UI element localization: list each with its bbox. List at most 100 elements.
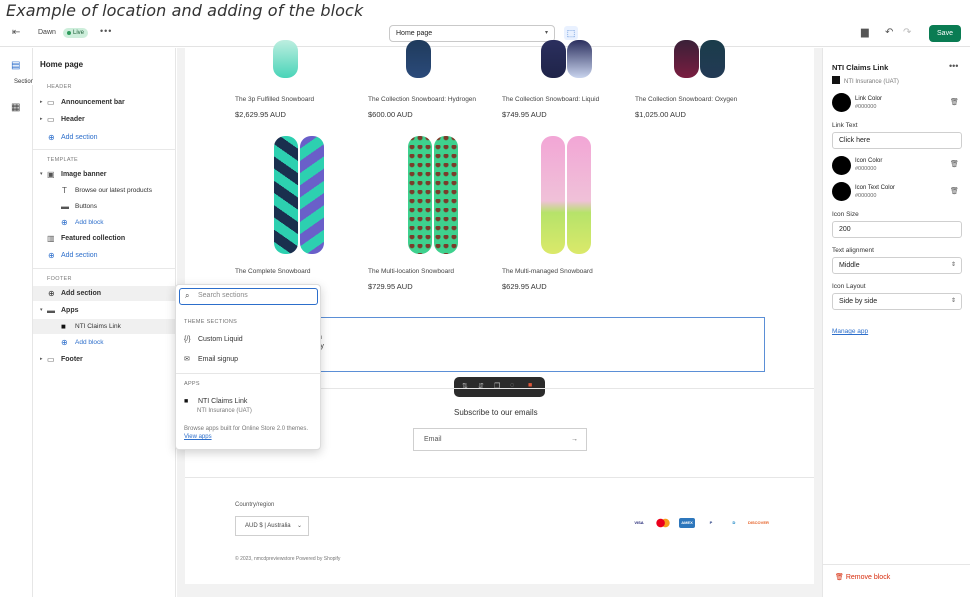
option-custom-liquid[interactable]: {/} Custom Liquid <box>184 336 243 343</box>
icon-size-input[interactable]: 200 <box>832 221 962 238</box>
trash-icon[interactable]: 🗑 <box>950 187 959 195</box>
link-color-swatch[interactable] <box>832 93 851 112</box>
product-image[interactable] <box>700 40 725 78</box>
app-embeds-icon[interactable]: ▦ <box>11 102 20 113</box>
redo-icon[interactable]: ↷ <box>903 27 911 38</box>
product-image[interactable] <box>406 40 431 78</box>
product-image[interactable] <box>300 136 324 254</box>
app-icon: ■ <box>184 398 189 405</box>
section-apps[interactable]: ▾ ▬ Apps <box>33 303 176 318</box>
icon-text-color-swatch[interactable] <box>832 182 851 201</box>
browse-apps-note: Browse apps built for Online Store 2.0 t… <box>184 425 316 441</box>
product-title[interactable]: The Collection Snowboard: Liquid <box>502 96 599 103</box>
section-icon: ▭ <box>47 98 55 107</box>
product-price: $729.95 AUD <box>368 282 413 291</box>
block-title: NTI Claims Link <box>832 63 889 72</box>
divider <box>33 268 176 269</box>
option-email-signup[interactable]: ✉ Email signup <box>184 355 238 363</box>
product-image[interactable] <box>273 40 298 78</box>
option-nti-claims-link[interactable]: ■ NTI Claims Link <box>184 398 247 405</box>
text-alignment-select[interactable]: Middle ⇕ <box>832 257 962 274</box>
link-text-input[interactable]: Click here <box>832 132 962 149</box>
browse-apps-text: Browse apps built for Online Store 2.0 t… <box>184 426 309 432</box>
manage-app-link[interactable]: Manage app <box>832 328 868 335</box>
icon-text-color-label: Icon Text Color <box>855 185 895 191</box>
add-section-popup: ⌕ Search sections THEME SECTIONS {/} Cus… <box>175 284 322 450</box>
more-actions-icon[interactable]: ••• <box>100 26 112 36</box>
section-announcement-bar[interactable]: ▸ ▭ Announcement bar <box>33 95 176 110</box>
device-preview-icon[interactable]: ▆ <box>861 27 869 38</box>
theme-sections-heading: THEME SECTIONS <box>184 319 238 325</box>
product-image[interactable] <box>541 40 566 78</box>
undo-icon[interactable]: ↶ <box>885 27 893 38</box>
link-color-label: Link Color <box>855 96 883 102</box>
product-title[interactable]: The Collection Snowboard: Hydrogen <box>368 96 476 103</box>
diners-icon: D <box>732 520 736 525</box>
chevron-right-icon: ▸ <box>40 356 43 362</box>
save-button[interactable]: Save <box>929 25 961 42</box>
remove-block-label: Remove block <box>845 574 891 581</box>
remove-block-button[interactable]: 🗑 Remove block <box>835 573 890 581</box>
trash-icon[interactable]: 🗑 <box>950 160 959 168</box>
add-block-button[interactable]: ⊕ Add block <box>33 215 176 230</box>
amex-icon: AMEX <box>679 518 695 528</box>
section-icon: ▭ <box>47 115 55 124</box>
email-placeholder: Email <box>424 436 442 443</box>
product-image[interactable] <box>567 40 592 78</box>
product-title[interactable]: The Multi-location Snowboard <box>368 268 454 275</box>
add-section-label: Add section <box>61 252 98 259</box>
product-title[interactable]: The Collection Snowboard: Oxygen <box>635 96 737 103</box>
add-section-button[interactable]: ⊕ Add section <box>33 130 176 145</box>
collection-icon: ▥ <box>47 234 55 243</box>
add-section-label: Add section <box>61 290 102 297</box>
view-apps-link[interactable]: View apps <box>184 434 212 440</box>
divider <box>185 477 814 478</box>
search-sections-input[interactable]: ⌕ Search sections <box>179 288 318 305</box>
page-select-value: Home page <box>396 30 433 37</box>
plus-circle-icon: ⊕ <box>48 133 55 142</box>
icon-color-swatch[interactable] <box>832 156 851 175</box>
section-featured-collection[interactable]: ▥ Featured collection <box>33 231 176 246</box>
exit-icon[interactable]: ⇤ <box>12 27 24 39</box>
product-price: $629.95 AUD <box>502 282 547 291</box>
product-title[interactable]: The 3p Fulfilled Snowboard <box>235 96 314 103</box>
product-image[interactable] <box>434 136 458 254</box>
option-label: Custom Liquid <box>197 336 243 343</box>
section-image-banner[interactable]: ▾ ▣ Image banner <box>33 167 176 182</box>
add-block-button[interactable]: ⊕ Add block <box>33 335 176 350</box>
product-image[interactable] <box>541 136 565 254</box>
product-price: $2,629.95 AUD <box>235 110 286 119</box>
block-buttons[interactable]: ▬ Buttons <box>33 199 176 214</box>
add-section-button[interactable]: ⊕ Add section <box>33 286 176 301</box>
section-footer[interactable]: ▸ ▭ Footer <box>33 352 176 367</box>
trash-icon: 🗑 <box>835 574 844 581</box>
buttons-icon: ▬ <box>61 202 69 211</box>
product-image[interactable] <box>567 136 591 254</box>
live-badge: Live <box>63 28 89 38</box>
icon-color-hex: #000000 <box>855 166 877 172</box>
editor-rail: ▤ ▦ <box>0 48 33 597</box>
arrow-right-icon[interactable]: → <box>571 429 578 450</box>
country-select[interactable]: AUD $ | Australia ⌄ <box>235 516 309 536</box>
product-image[interactable] <box>274 136 298 254</box>
mail-icon: ✉ <box>184 356 190 363</box>
block-label: Browse our latest products <box>75 187 152 194</box>
product-image[interactable] <box>408 136 432 254</box>
sections-icon[interactable]: ▤ <box>11 60 20 71</box>
option-label: NTI Claims Link <box>197 398 248 405</box>
product-title[interactable]: The Multi-managed Snowboard <box>502 268 593 275</box>
link-text-label: Link Text <box>832 122 858 129</box>
more-actions-icon[interactable]: ••• <box>949 61 958 71</box>
icon-layout-select[interactable]: Side by side ⇕ <box>832 293 962 310</box>
divider <box>33 149 176 150</box>
icon-text-color-hex: #000000 <box>855 193 877 199</box>
section-header[interactable]: ▸ ▭ Header <box>33 112 176 127</box>
newsletter-email-input[interactable]: Email → <box>413 428 587 451</box>
trash-icon[interactable]: 🗑 <box>950 98 959 106</box>
add-section-button[interactable]: ⊕ Add section <box>33 248 176 263</box>
inspector-icon[interactable]: ⬚ <box>564 26 578 40</box>
block-heading[interactable]: T Browse our latest products <box>33 183 176 198</box>
product-image[interactable] <box>674 40 699 78</box>
product-title[interactable]: The Complete Snowboard <box>235 268 311 275</box>
block-nti-claims-link[interactable]: ■ NTI Claims Link <box>33 319 176 334</box>
